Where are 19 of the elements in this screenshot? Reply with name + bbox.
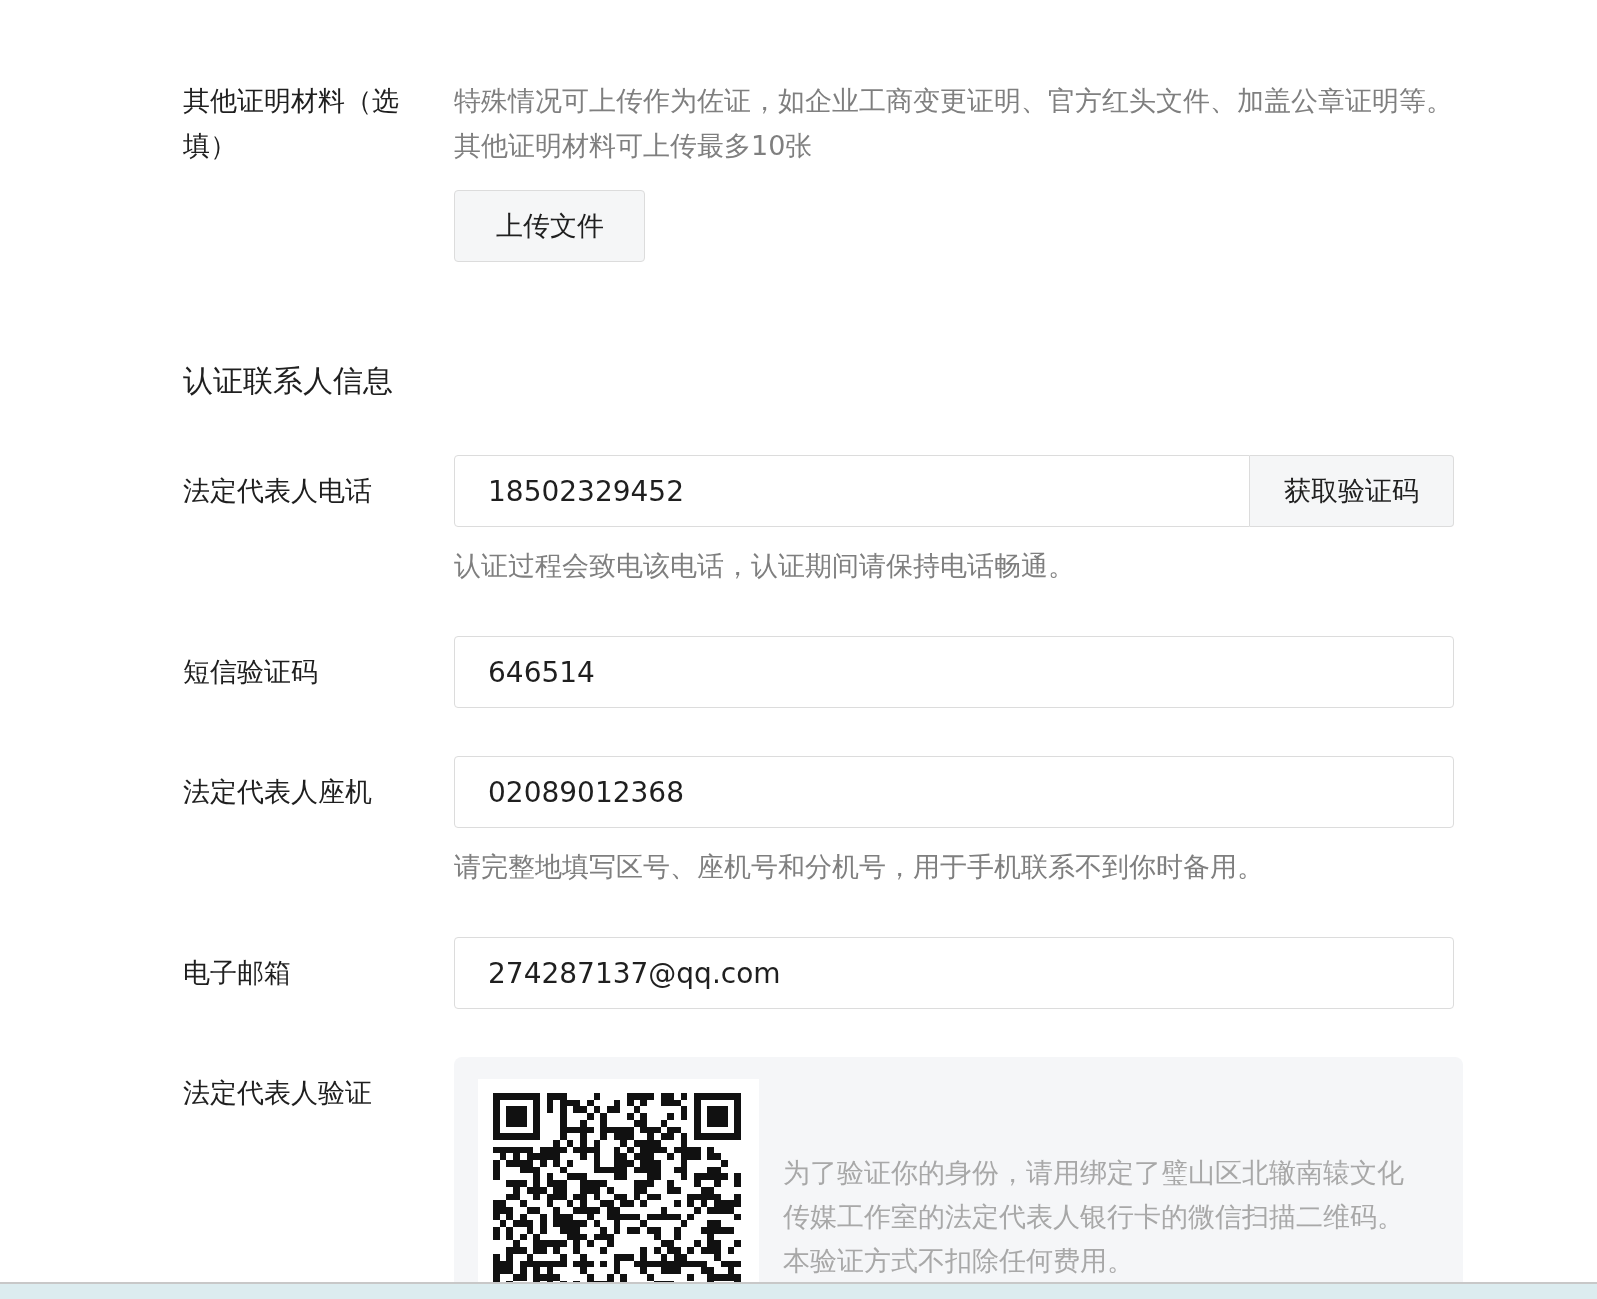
field-label: 法定代表人验证 [183,1076,373,1110]
input-field[interactable]: 274287137@qq.com [454,937,1454,1009]
verification-text: 传媒工作室的法定代表人银行卡的微信扫描二维码。 [783,1200,1404,1234]
field-label: 电子邮箱 [183,956,292,990]
upload-button[interactable]: 上传文件 [454,190,645,262]
section-title: 认证联系人信息 [183,362,394,400]
field-label: 其他证明材料（选填） [183,84,400,163]
field-label: 短信验证码 [183,655,319,689]
verification-text: 为了验证你的身份，请用绑定了璧山区北辙南辕文化 [783,1156,1404,1190]
input-field[interactable]: 02089012368 [454,756,1454,828]
upload-description: 特殊情况可上传作为佐证，如企业工商变更证明、官方红头文件、加盖公章证明等。其他证明材料可上传最多10张 [454,84,1454,163]
get-code-button[interactable]: 获取验证码 [1250,455,1454,527]
field-hint: 认证过程会致电该电话，认证期间请保持电话畅通。 [454,549,1076,583]
verification-text: 本验证方式不扣除任何费用。 [783,1244,1135,1278]
field-label: 法定代表人电话 [183,474,373,508]
field-hint: 请完整地填写区号、座机号和分机号，用于手机联系不到你时备用。 [454,850,1265,884]
field-label: 法定代表人座机 [183,775,373,809]
input-field[interactable]: 18502329452 [454,455,1250,527]
input-field[interactable]: 646514 [454,636,1454,708]
